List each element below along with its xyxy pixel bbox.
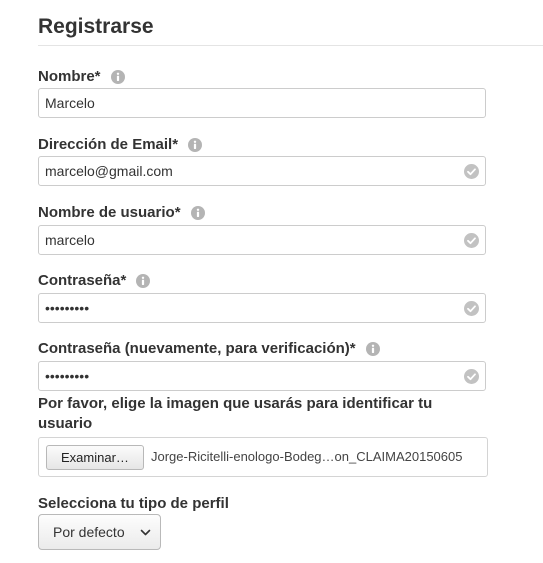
password-confirm-input-value: ••••••••• [45, 368, 90, 384]
selected-file-name: Jorge-Ricitelli-enologo-Bodeg…on_CLAIMA2… [151, 449, 463, 464]
username-input-value: marcelo [45, 232, 95, 248]
name-label-text: Nombre* [38, 68, 101, 85]
check-circle-icon [464, 164, 479, 179]
page-title: Registrarse [38, 15, 154, 38]
username-label-text: Nombre de usuario* [38, 204, 181, 221]
chevron-down-icon [140, 529, 151, 536]
info-circle-icon[interactable] [110, 69, 125, 84]
password-label-text: Contraseña* [38, 272, 127, 289]
info-circle-icon[interactable] [365, 341, 380, 356]
title-divider [38, 45, 543, 46]
image-upload-description: Por favor, elige la imagen que usarás pa… [38, 395, 433, 432]
info-circle-icon[interactable] [190, 205, 205, 220]
info-circle-icon[interactable] [188, 137, 203, 152]
email-input-value: marcelo@gmail.com [45, 163, 173, 179]
email-label: Dirección de Email* [38, 135, 203, 154]
username-label: Nombre de usuario* [38, 203, 205, 222]
password-confirm-label: Contraseña (nuevamente, para verificació… [38, 339, 380, 358]
name-input[interactable]: Marcelo [38, 88, 486, 118]
username-input[interactable]: marcelo [38, 225, 486, 255]
profile-type-selected-value: Por defecto [53, 524, 125, 540]
check-circle-icon [464, 301, 479, 316]
name-input-value: Marcelo [45, 95, 95, 111]
password-label: Contraseña* [38, 271, 151, 290]
registration-page: Registrarse Nombre* Marcelo Dirección de… [0, 0, 543, 563]
name-label: Nombre* [38, 67, 125, 86]
password-confirm-input[interactable]: ••••••••• [38, 361, 486, 391]
check-circle-icon [464, 369, 479, 384]
profile-type-select[interactable]: Por defecto [38, 514, 161, 550]
email-label-text: Dirección de Email* [38, 136, 179, 153]
password-input-value: ••••••••• [45, 300, 90, 316]
email-input[interactable]: marcelo@gmail.com [38, 156, 486, 186]
password-input[interactable]: ••••••••• [38, 293, 486, 323]
info-circle-icon[interactable] [136, 273, 151, 288]
browse-button[interactable]: Examinar… [46, 445, 144, 470]
check-circle-icon [464, 233, 479, 248]
image-file-input[interactable]: Examinar… Jorge-Ricitelli-enologo-Bodeg…… [38, 437, 488, 477]
profile-type-label: Selecciona tu tipo de perfil [38, 495, 229, 512]
password-confirm-label-text: Contraseña (nuevamente, para verificació… [38, 340, 356, 357]
